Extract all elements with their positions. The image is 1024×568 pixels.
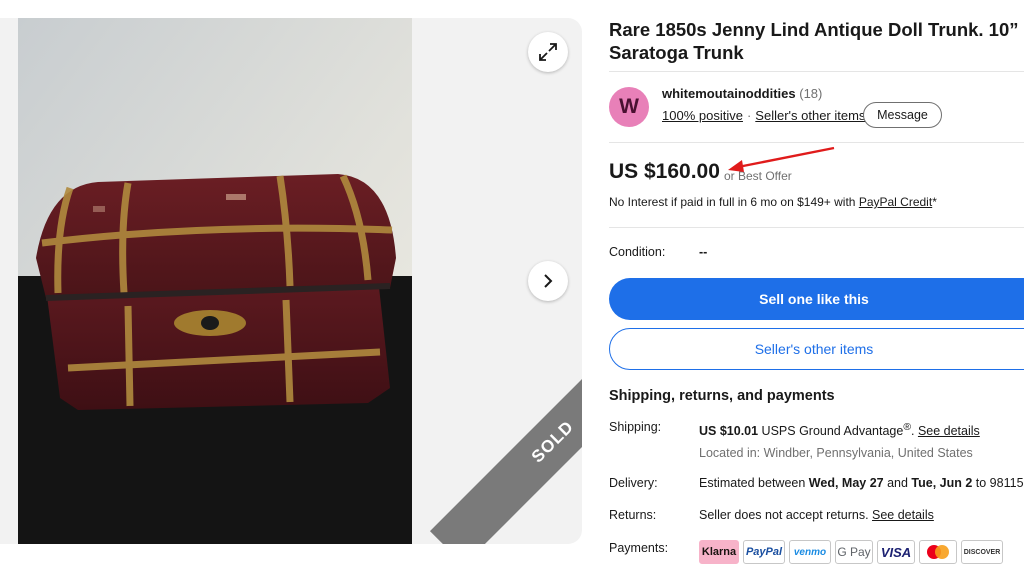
shipping-see-details-link[interactable]: See details	[918, 424, 980, 438]
item-photo[interactable]	[18, 18, 412, 544]
chevron-right-icon	[544, 274, 553, 288]
condition-label: Condition:	[609, 245, 666, 259]
message-button[interactable]: Message	[863, 102, 942, 128]
mastercard-icon	[919, 540, 957, 564]
item-price: US $160.00	[609, 160, 720, 183]
item-details-panel: Rare 1850s Jenny Lind Antique Doll Trunk…	[609, 0, 1024, 568]
paypal-credit-link[interactable]: PayPal Credit	[859, 195, 932, 209]
seller-name[interactable]: whitemoutainoddities	[662, 86, 796, 101]
payments-label: Payments:	[609, 541, 669, 555]
returns-value: Seller does not accept returns. See deta…	[699, 508, 934, 522]
positive-feedback-link[interactable]: 100% positive	[662, 108, 743, 123]
delivery-estimate: Estimated between Wed, May 27 and Tue, J…	[699, 476, 1024, 490]
payment-methods: Klarna PayPal venmo G Pay VISA DISCOVER	[699, 540, 1003, 564]
shipping-label: Shipping:	[609, 420, 662, 434]
klarna-icon: Klarna	[699, 540, 739, 564]
item-location: Located in: Windber, Pennsylvania, Unite…	[699, 446, 973, 460]
shipping-price: US $10.01	[699, 424, 759, 439]
image-gallery: SOLD	[0, 18, 582, 544]
paypal-icon: PayPal	[743, 540, 785, 564]
shipping-section-title: Shipping, returns, and payments	[609, 388, 835, 404]
expand-icon	[539, 43, 557, 61]
seller-links: 100% positive · Seller's other items	[662, 108, 865, 123]
delivery-label: Delivery:	[609, 476, 658, 490]
red-arrow-annotation	[728, 146, 835, 172]
sellers-other-items-button[interactable]: Seller's other items	[609, 328, 1024, 370]
sell-one-like-this-button[interactable]: Sell one like this	[609, 278, 1024, 320]
returns-label: Returns:	[609, 508, 657, 522]
sold-ribbon: SOLD	[429, 318, 582, 544]
seller-avatar[interactable]: W	[609, 87, 649, 127]
divider	[609, 71, 1024, 72]
next-image-button[interactable]	[528, 261, 568, 301]
seller-name-line: whitemoutainoddities (18)	[662, 86, 822, 101]
returns-see-details-link[interactable]: See details	[872, 508, 934, 522]
listing-title: Rare 1850s Jenny Lind Antique Doll Trunk…	[609, 19, 1019, 63]
visa-icon: VISA	[877, 540, 915, 564]
seller-feedback-count: (18)	[799, 86, 823, 101]
google-pay-icon: G Pay	[835, 540, 873, 564]
doll-trunk-photo	[18, 18, 412, 544]
separator-dot: ·	[746, 108, 752, 123]
financing-note: No Interest if paid in full in 6 mo on $…	[609, 195, 937, 209]
venmo-icon: venmo	[789, 540, 831, 564]
condition-value: --	[699, 245, 708, 259]
expand-button[interactable]	[528, 32, 568, 72]
seller-other-items-link[interactable]: Seller's other items	[755, 108, 865, 123]
shipping-value: US $10.01 USPS Ground Advantage®. See de…	[699, 422, 980, 439]
discover-icon: DISCOVER	[961, 540, 1003, 564]
sold-label: SOLD	[527, 416, 578, 467]
divider	[609, 227, 1024, 228]
